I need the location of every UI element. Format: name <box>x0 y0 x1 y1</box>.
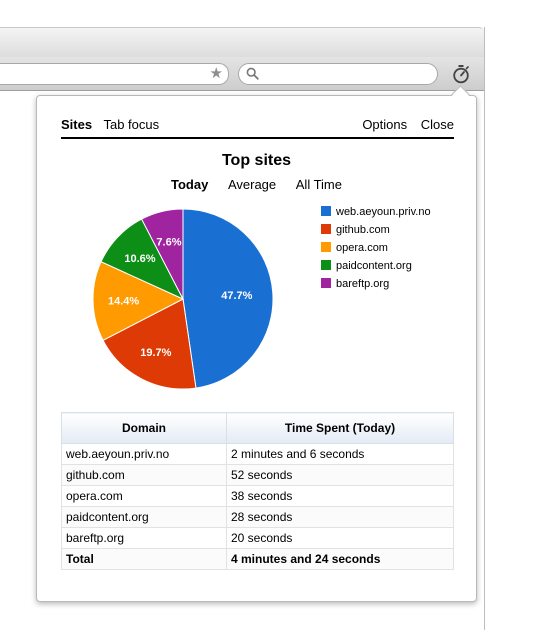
legend-label: opera.com <box>336 242 388 254</box>
pie-label: 7.6% <box>156 236 181 248</box>
legend-item: paidcontent.org <box>321 260 431 278</box>
cell-domain: bareftp.org <box>61 527 227 549</box>
nav-options[interactable]: Options <box>362 117 407 132</box>
period-selector: Today Average All Time <box>37 177 476 192</box>
legend-swatch <box>321 206 331 216</box>
column-header-domain[interactable]: Domain <box>61 412 227 444</box>
star-icon[interactable]: ★ <box>210 65 223 83</box>
legend-label: paidcontent.org <box>336 260 412 272</box>
table-row: paidcontent.org 28 seconds <box>61 506 454 528</box>
table-total-row: Total 4 minutes and 24 seconds <box>61 548 454 570</box>
cell-domain: opera.com <box>61 485 227 507</box>
table-row: bareftp.org 20 seconds <box>61 527 454 549</box>
browser-toolbar: ★ <box>0 57 484 91</box>
search-icon <box>246 67 259 80</box>
legend-label: web.aeyoun.priv.no <box>336 206 431 218</box>
sites-table: Domain Time Spent (Today) web.aeyoun.pri… <box>61 412 454 570</box>
table-row: web.aeyoun.priv.no 2 minutes and 6 secon… <box>61 443 454 465</box>
table-row: opera.com 38 seconds <box>61 485 454 507</box>
legend-item: bareftp.org <box>321 278 431 296</box>
table-row: github.com 52 seconds <box>61 464 454 486</box>
popup-nav: Sites Tab focus Options Close <box>61 116 454 139</box>
address-bar[interactable]: ★ <box>0 63 229 85</box>
nav-close[interactable]: Close <box>421 117 454 132</box>
pie-label: 10.6% <box>124 253 155 265</box>
legend-swatch <box>321 260 331 270</box>
period-average[interactable]: Average <box>228 177 276 192</box>
legend-swatch <box>321 242 331 252</box>
legend-swatch <box>321 278 331 288</box>
nav-tab-focus[interactable]: Tab focus <box>103 117 159 132</box>
page-title: Top sites <box>221 152 292 169</box>
cell-domain: web.aeyoun.priv.no <box>61 443 227 465</box>
cell-total-label: Total <box>61 548 227 570</box>
legend-label: bareftp.org <box>336 278 390 290</box>
top-sites-popup: Sites Tab focus Options Close Top sites … <box>36 95 477 602</box>
cell-time: 20 seconds <box>226 527 454 549</box>
stopwatch-icon[interactable] <box>450 63 472 85</box>
legend-item: github.com <box>321 224 431 242</box>
pie-chart: 47.7% 19.7% 14.4% 10.6%7.6% <box>92 208 274 390</box>
chart-legend: web.aeyoun.priv.no github.com opera.com pai… <box>321 206 431 296</box>
cell-time: 2 minutes and 6 seconds <box>226 443 454 465</box>
pie-label: 14.4% <box>108 295 139 307</box>
cell-time: 38 seconds <box>226 485 454 507</box>
cell-domain: paidcontent.org <box>61 506 227 528</box>
period-all-time[interactable]: All Time <box>296 177 342 192</box>
period-today[interactable]: Today <box>171 177 208 192</box>
cell-total-time: 4 minutes and 24 seconds <box>226 548 454 570</box>
legend-label: github.com <box>336 224 390 236</box>
search-input[interactable] <box>238 63 438 85</box>
cell-time: 28 seconds <box>226 506 454 528</box>
title-bar <box>0 27 484 58</box>
table-header-row: Domain Time Spent (Today) <box>61 412 454 444</box>
pie-label: 47.7% <box>221 290 252 302</box>
legend-item: opera.com <box>321 242 431 260</box>
nav-sites[interactable]: Sites <box>61 117 92 132</box>
cell-domain: github.com <box>61 464 227 486</box>
pie-label: 19.7% <box>140 347 171 359</box>
legend-swatch <box>321 224 331 234</box>
legend-item: web.aeyoun.priv.no <box>321 206 431 224</box>
cell-time: 52 seconds <box>226 464 454 486</box>
column-header-time-spent[interactable]: Time Spent (Today) <box>226 412 454 444</box>
